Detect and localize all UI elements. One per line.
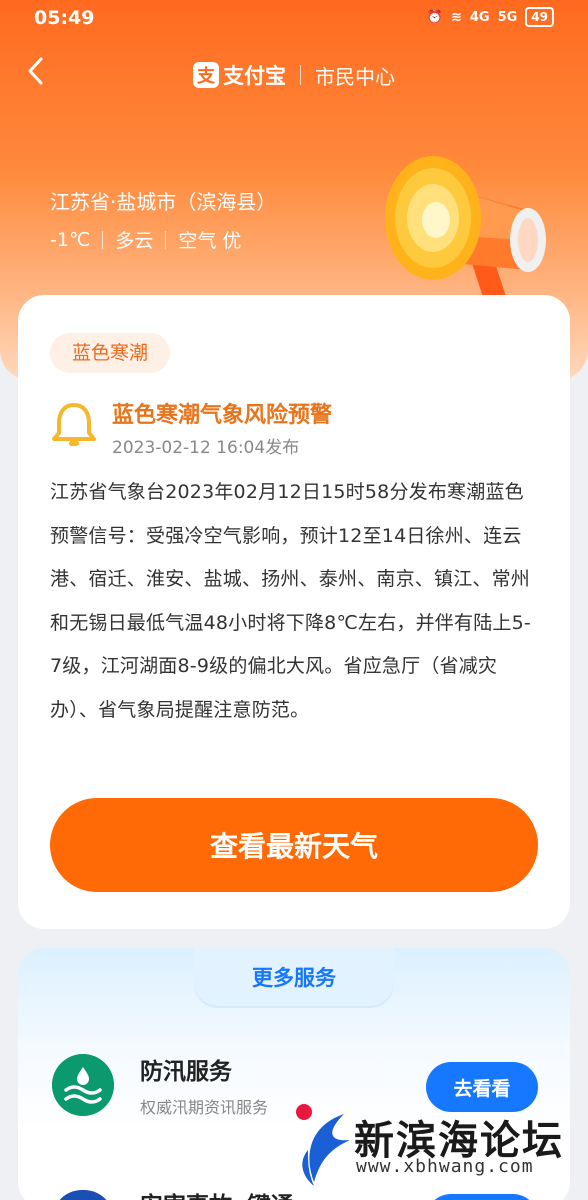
alipay-logo-icon: 支 [193, 62, 219, 88]
megaphone-icon [385, 156, 546, 310]
battery-icon: 49 [525, 7, 554, 27]
watermark: 新滨海论坛 www.xbhwang.com [292, 1104, 588, 1200]
location-label: 江苏省·盐城市（滨海县） [50, 190, 277, 214]
warning-card: 蓝色寒潮 蓝色寒潮气象风险预警 2023-02-12 16:04发布 江苏省气象… [18, 295, 570, 929]
safety-service-icon [52, 1190, 114, 1200]
flood-service-icon [52, 1054, 114, 1116]
temperature: -1℃ [50, 228, 91, 251]
safety-service-title: 安害事故e键通 [140, 1186, 294, 1200]
more-services-title: 更多服务 [194, 948, 394, 1006]
view-weather-button[interactable]: 查看最新天气 [50, 798, 538, 892]
watermark-logo-icon [302, 1114, 350, 1186]
bell-icon [52, 403, 96, 446]
header-divider [300, 65, 301, 85]
status-icons: ⏰ ≋ 4G 5G 49 [427, 7, 554, 27]
wifi-icon: ≋ [450, 9, 462, 25]
section-title: 市民中心 [315, 64, 395, 89]
warning-time: 2023-02-12 16:04发布 [112, 438, 300, 458]
watermark-url: www.xbhwang.com [356, 1156, 534, 1177]
weather-condition: 多云 [115, 230, 154, 252]
network-4g: 4G [469, 9, 490, 25]
divider [165, 230, 167, 249]
app-header: 支 支付宝 市民中心 [0, 60, 588, 90]
flood-service-title: 防汛服务 [140, 1059, 232, 1085]
warning-body: 江苏省气象台2023年02月12日15时58分发布寒潮蓝色预警信号：受强冷空气影… [50, 481, 531, 721]
brand-name: 支付宝 [223, 64, 286, 88]
alarm-icon: ⏰ [426, 9, 443, 25]
status-bar: 05:49 ⏰ ≋ 4G 5G 49 [0, 0, 588, 36]
network-5g: 5G [497, 9, 518, 25]
warning-title: 蓝色寒潮气象风险预警 [112, 403, 333, 428]
status-time: 05:49 [34, 7, 95, 29]
flood-service-desc: 权威汛期资讯服务 [140, 1098, 269, 1117]
divider [102, 230, 104, 249]
air-quality: 空气 优 [178, 230, 242, 252]
warning-tag: 蓝色寒潮 [50, 333, 171, 373]
weather-summary: -1℃ 多云 空气 优 [50, 226, 241, 253]
